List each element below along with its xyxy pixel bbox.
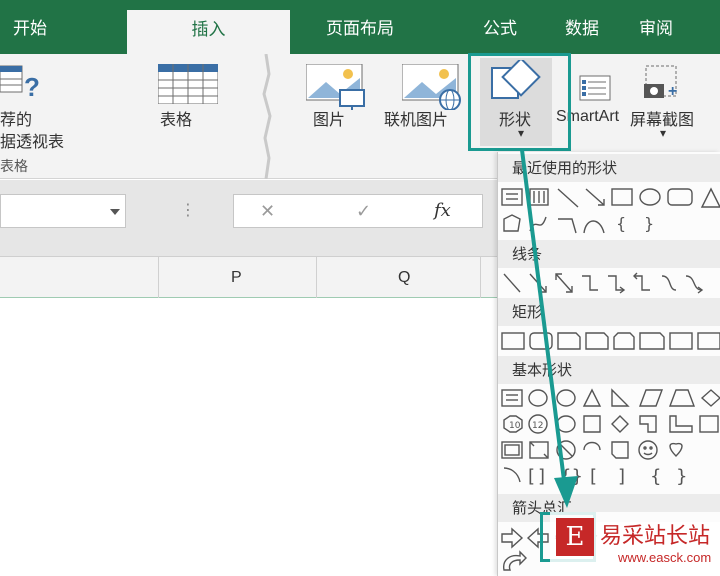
watermark-logo: E [556,518,594,556]
annotation-arrow [520,149,578,508]
watermark-url: www.easck.com [618,550,712,565]
excel-window: { "tabs": { "home": "开始", "insert": "插入"… [0,0,720,576]
watermark-text: 易采站长站 [600,524,711,549]
